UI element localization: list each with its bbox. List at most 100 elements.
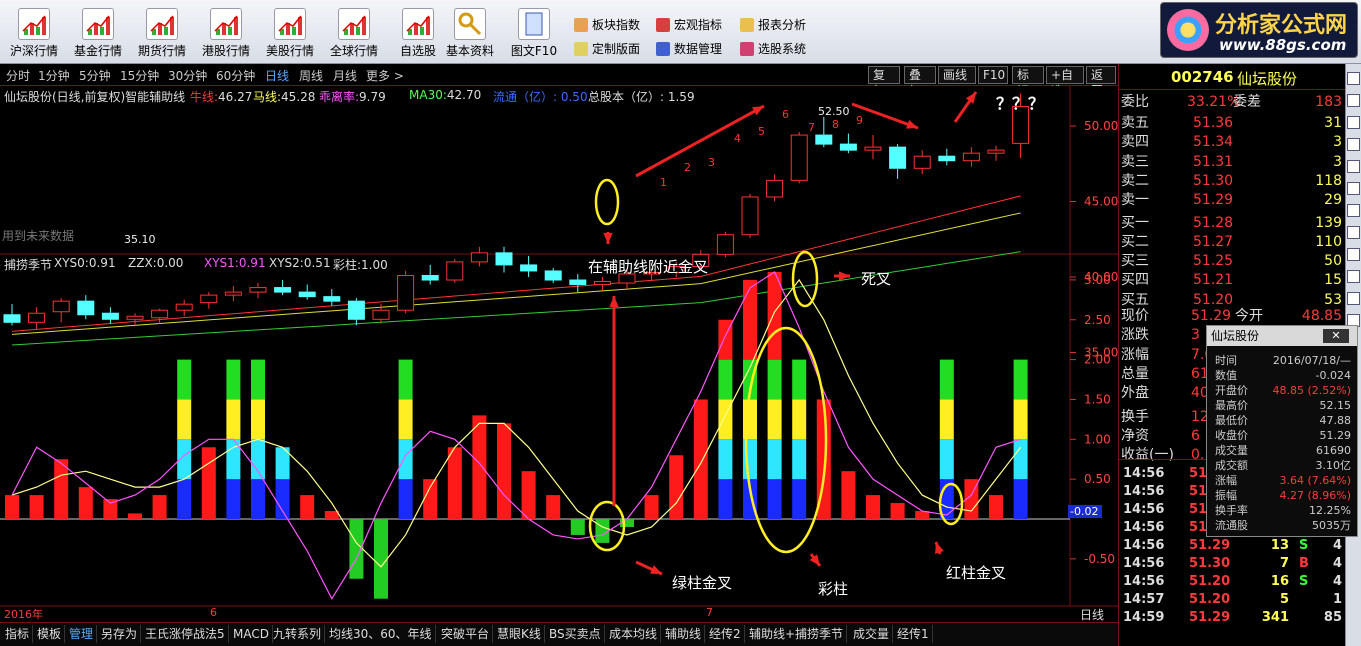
rainbow-bar-segment	[939, 399, 954, 440]
order-book-row: 卖二 51.30 118	[1119, 172, 1346, 191]
kline-chart-area[interactable]: 50.0045.0040.0035.003.002.502.001.501.00…	[0, 86, 1118, 622]
sector-index-button[interactable]: 板块指数	[572, 15, 640, 35]
toolbar-button-1[interactable]: 基金行情	[70, 2, 126, 62]
side-tool-icon[interactable]	[1347, 138, 1360, 151]
indicator-tab-7[interactable]: 均线30、60、年线	[326, 625, 436, 643]
period-tab-1[interactable]: 1分钟	[38, 67, 70, 84]
level-volume: 29	[1324, 192, 1342, 209]
report-analysis-button[interactable]: 报表分析	[738, 15, 806, 35]
stat-key: 外盘	[1121, 385, 1149, 402]
indicator-tab-10[interactable]: BS买卖点	[546, 625, 605, 643]
rainbow-bar-segment	[251, 479, 265, 519]
indicator-tab-12[interactable]: 辅助线	[662, 625, 706, 643]
nav-right-button-4[interactable]: 标记	[1012, 66, 1044, 98]
indicator-tab-9[interactable]: 慧眼K线	[494, 625, 545, 643]
indicator-tab-4[interactable]: 王氏涨停战法5	[142, 625, 229, 643]
indicator-tab-14[interactable]: 辅助线+捕捞季节	[746, 625, 848, 643]
toolbar-button-label: 港股行情	[201, 44, 250, 58]
indicator-tab-0[interactable]: 指标	[2, 625, 34, 643]
rainbow-bar-segment	[1013, 359, 1028, 400]
indicator-tabbar: 指标 模板 管理 另存为 王氏涨停战法5 MACD 九转系列 均线30、60、年线 突破平台 慧眼…	[0, 622, 1118, 646]
database-icon	[656, 42, 670, 56]
period-tab-5[interactable]: 60分钟	[216, 67, 255, 84]
side-tool-icon[interactable]	[1347, 270, 1360, 283]
tick-direction: S	[1299, 574, 1309, 589]
tick-time: 14:56	[1123, 520, 1165, 535]
level-price: 51.31	[1193, 153, 1234, 170]
chart-icon	[338, 8, 370, 40]
tick-row: 14:56 51.29 13 S 4	[1119, 536, 1346, 555]
side-tool-icon[interactable]	[1347, 94, 1360, 107]
tooltip-key: 流通股	[1215, 519, 1248, 532]
data-management-button[interactable]: 数据管理	[654, 39, 722, 59]
side-tool-icon[interactable]	[1347, 248, 1360, 261]
tooltip-value: 4.27 (8.96%)	[1279, 489, 1351, 502]
indicator-tick: 1.50	[1084, 392, 1111, 406]
period-tab-3[interactable]: 15分钟	[120, 67, 159, 84]
period-tab-4[interactable]: 30分钟	[168, 67, 207, 84]
period-tab-8[interactable]: 月线	[333, 67, 357, 84]
logo-url: www.88gs.com	[1219, 36, 1347, 54]
step-number: 9	[856, 114, 863, 127]
order-book-row: 买四 51.21 15	[1119, 271, 1346, 290]
indicator-tab-6[interactable]: 九转系列	[270, 625, 326, 643]
toolbar-button-4[interactable]: 美股行情	[262, 2, 318, 62]
period-tab-6[interactable]: 日线	[265, 67, 289, 84]
tooltip-row: 流通股 5035万	[1211, 519, 1351, 533]
side-tool-icon[interactable]	[1347, 204, 1360, 217]
toolbar-button-0[interactable]: 沪深行情	[6, 2, 62, 62]
level-label: 卖三	[1121, 153, 1149, 170]
indicator-tab-2[interactable]: 管理	[66, 625, 98, 643]
step-number: 7	[808, 121, 815, 134]
side-tool-icon[interactable]	[1347, 292, 1360, 305]
indicator-tab-8[interactable]: 突破平台	[438, 625, 494, 643]
side-tool-icon[interactable]	[1347, 226, 1360, 239]
tooltip-value: -0.024	[1315, 369, 1351, 382]
toolbar-button-3[interactable]: 港股行情	[198, 2, 254, 62]
side-tool-icon[interactable]	[1347, 160, 1360, 173]
period-tab-0[interactable]: 分时	[6, 67, 30, 84]
indicator-bar	[595, 519, 610, 543]
side-tool-icon[interactable]	[1347, 72, 1360, 85]
indicator-tab-15[interactable]: 成交量	[850, 625, 894, 643]
period-tab-2[interactable]: 5分钟	[79, 67, 111, 84]
order-book-row: 卖一 51.29 29	[1119, 191, 1346, 210]
toolbar-button-7[interactable]: 基本资料	[442, 2, 498, 62]
stock-screener-button[interactable]: 选股系统	[738, 39, 806, 59]
close-icon[interactable]: ✕	[1323, 329, 1349, 343]
nav-right-button-3[interactable]: F10	[978, 66, 1008, 84]
indicator-tick: 2.50	[1084, 313, 1111, 327]
rainbow-bar-segment	[718, 359, 733, 400]
nav-right-button-1[interactable]: 叠加	[904, 66, 936, 98]
toolbar-button-2[interactable]: 期货行情	[134, 2, 190, 62]
toolbar-button-6[interactable]: 自选股	[390, 2, 446, 62]
macro-indicator-button[interactable]: 宏观指标	[654, 15, 722, 35]
indicator-tab-3[interactable]: 另存为	[98, 625, 142, 643]
nav-right-button-0[interactable]: 复权	[868, 66, 900, 98]
indicator-tick: 3.00	[1084, 273, 1111, 287]
nav-right-button-2[interactable]: 画线	[938, 66, 976, 84]
tick-count: 4	[1332, 574, 1342, 589]
wc-key: 委差	[1233, 94, 1261, 110]
custom-layout-button[interactable]: 定制版面	[572, 39, 640, 59]
side-tool-icon[interactable]	[1347, 182, 1360, 195]
toolbar-button-5[interactable]: 全球行情	[326, 2, 382, 62]
indicator-bar	[78, 487, 93, 519]
period-tab-7[interactable]: 周线	[299, 67, 323, 84]
side-tool-icon[interactable]	[1347, 116, 1360, 129]
toolbar-button-8[interactable]: 图文F10	[506, 2, 562, 62]
indicator-tab-13[interactable]: 经传2	[706, 625, 745, 643]
tick-row: 14:57 51.20 5 1	[1119, 590, 1346, 609]
stat-value: 3	[1191, 327, 1200, 344]
period-tab-9[interactable]: 更多 >	[366, 67, 404, 84]
indicator-tab-16[interactable]: 经传1	[894, 625, 933, 643]
indicator-tab-1[interactable]: 模板	[34, 625, 66, 643]
chart-icon	[210, 8, 242, 40]
nav-right-button-6[interactable]: 返回	[1086, 66, 1116, 98]
indicator-tab-5[interactable]: MACD	[230, 625, 273, 643]
indicator-tab-11[interactable]: 成本均线	[606, 625, 662, 643]
candle	[446, 258, 464, 284]
tick-time: 14:56	[1123, 484, 1165, 499]
rainbow-bar-segment	[1013, 439, 1028, 480]
nav-right-button-5[interactable]: +自选	[1046, 66, 1084, 98]
